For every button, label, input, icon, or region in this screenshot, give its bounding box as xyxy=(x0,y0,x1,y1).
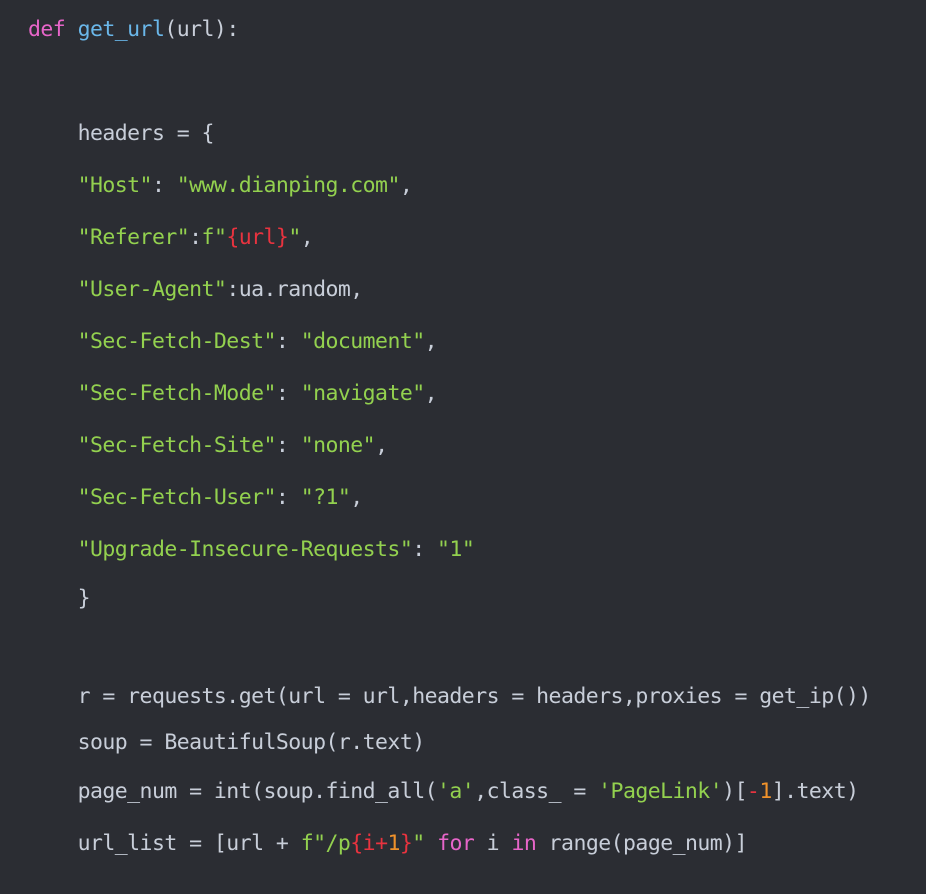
code-token: , xyxy=(399,173,413,198)
code-token: "Sec-Fetch-Dest" xyxy=(77,329,277,354)
code-token: for xyxy=(437,831,475,856)
code-token: , xyxy=(375,433,388,458)
code-token: "User-Agent" xyxy=(77,277,227,302)
code-token: : xyxy=(412,537,438,562)
code-token: def xyxy=(28,17,78,42)
code-token: : xyxy=(275,381,301,406)
code-screenshot: def get_url(url): headers = { "Host": "w… xyxy=(0,0,926,894)
code-token: "Sec-Fetch-Mode" xyxy=(77,381,277,406)
code-token: } xyxy=(399,831,413,856)
code-line: "Upgrade-Insecure-Requests": "1" xyxy=(0,524,926,576)
code-line: "User-Agent":ua.random, xyxy=(0,264,926,316)
code-line: "Sec-Fetch-Mode": "navigate", xyxy=(0,368,926,420)
code-line: } xyxy=(0,576,926,622)
code-token: :ua.random, xyxy=(226,277,363,302)
code-token: "document" xyxy=(300,329,426,354)
code-token: url_list = [url + xyxy=(77,831,301,856)
code-token: : xyxy=(151,173,177,198)
code-line: "Sec-Fetch-User": "?1", xyxy=(0,472,926,524)
code-token: } xyxy=(77,586,91,611)
code-line: "Host": "www.dianping.com", xyxy=(0,160,926,212)
code-token: "1" xyxy=(437,537,475,562)
code-token: f" xyxy=(201,225,227,250)
code-line: "Sec-Fetch-Site": "none", xyxy=(0,420,926,472)
code-token: {i+ xyxy=(350,831,388,856)
code-token: , xyxy=(300,225,314,250)
code-token: "Host" xyxy=(77,173,153,198)
code-token: {url} xyxy=(226,225,289,250)
code-token: , xyxy=(424,381,438,406)
code-token: f" xyxy=(300,831,326,856)
code-token: 'PageLink' xyxy=(598,779,723,804)
code-token: 'a' xyxy=(437,779,475,804)
code-token: "Sec-Fetch-Site" xyxy=(77,433,277,458)
code-token: headers = { xyxy=(77,121,215,146)
code-token: : xyxy=(189,225,202,250)
code-token: "?1" xyxy=(300,485,351,510)
code-token: , xyxy=(424,329,438,354)
code-token: : xyxy=(275,329,301,354)
code-token: in xyxy=(511,831,537,856)
code-line: r = requests.get(url = url,headers = hea… xyxy=(0,674,926,720)
code-token: "Referer" xyxy=(77,225,190,250)
code-token: "Sec-Fetch-User" xyxy=(77,485,277,510)
code-line: "Sec-Fetch-Dest": "document", xyxy=(0,316,926,368)
code-line: "Referer":f"{url}", xyxy=(0,212,926,264)
code-line: def get_url(url): xyxy=(0,4,926,56)
code-line: url_list = [url + f"/p{i+1}" for i in ra… xyxy=(0,818,926,870)
code-line: headers = { xyxy=(0,108,926,160)
code-token: i xyxy=(474,831,512,856)
code-token: ,class_ = xyxy=(474,779,599,804)
code-token: page_num = int(soup.find_all( xyxy=(77,779,438,804)
code-token: "www.dianping.com" xyxy=(176,173,401,198)
code-token: " xyxy=(288,225,301,250)
code-token: : xyxy=(275,485,301,510)
code-token: "Upgrade-Insecure-Requests" xyxy=(77,537,413,562)
code-token: 1 xyxy=(759,779,772,804)
code-token: - xyxy=(746,779,760,804)
code-token: range(page_num)] xyxy=(536,831,748,856)
code-line: page_num = int(soup.find_all('a',class_ … xyxy=(0,766,926,818)
code-token: /p xyxy=(325,831,351,856)
code-token: get_url xyxy=(77,17,165,42)
code-line: soup = BeautifulSoup(r.text) xyxy=(0,720,926,766)
code-token: r = requests.get(url = url,headers = hea… xyxy=(77,684,872,709)
code-token: soup = BeautifulSoup(r.text) xyxy=(77,730,426,755)
code-token: 1 xyxy=(387,831,400,856)
code-token: )[ xyxy=(722,779,747,804)
code-token: "none" xyxy=(300,433,376,458)
code-token: "navigate" xyxy=(300,381,426,406)
code-token: ].text) xyxy=(771,779,859,804)
code-token: (url): xyxy=(164,17,239,42)
code-editor-surface[interactable]: def get_url(url): headers = { "Host": "w… xyxy=(0,0,926,894)
code-token: " xyxy=(412,831,425,856)
code-token: , xyxy=(350,485,363,510)
code-token: : xyxy=(275,433,301,458)
code-block[interactable]: def get_url(url): headers = { "Host": "w… xyxy=(0,4,926,894)
